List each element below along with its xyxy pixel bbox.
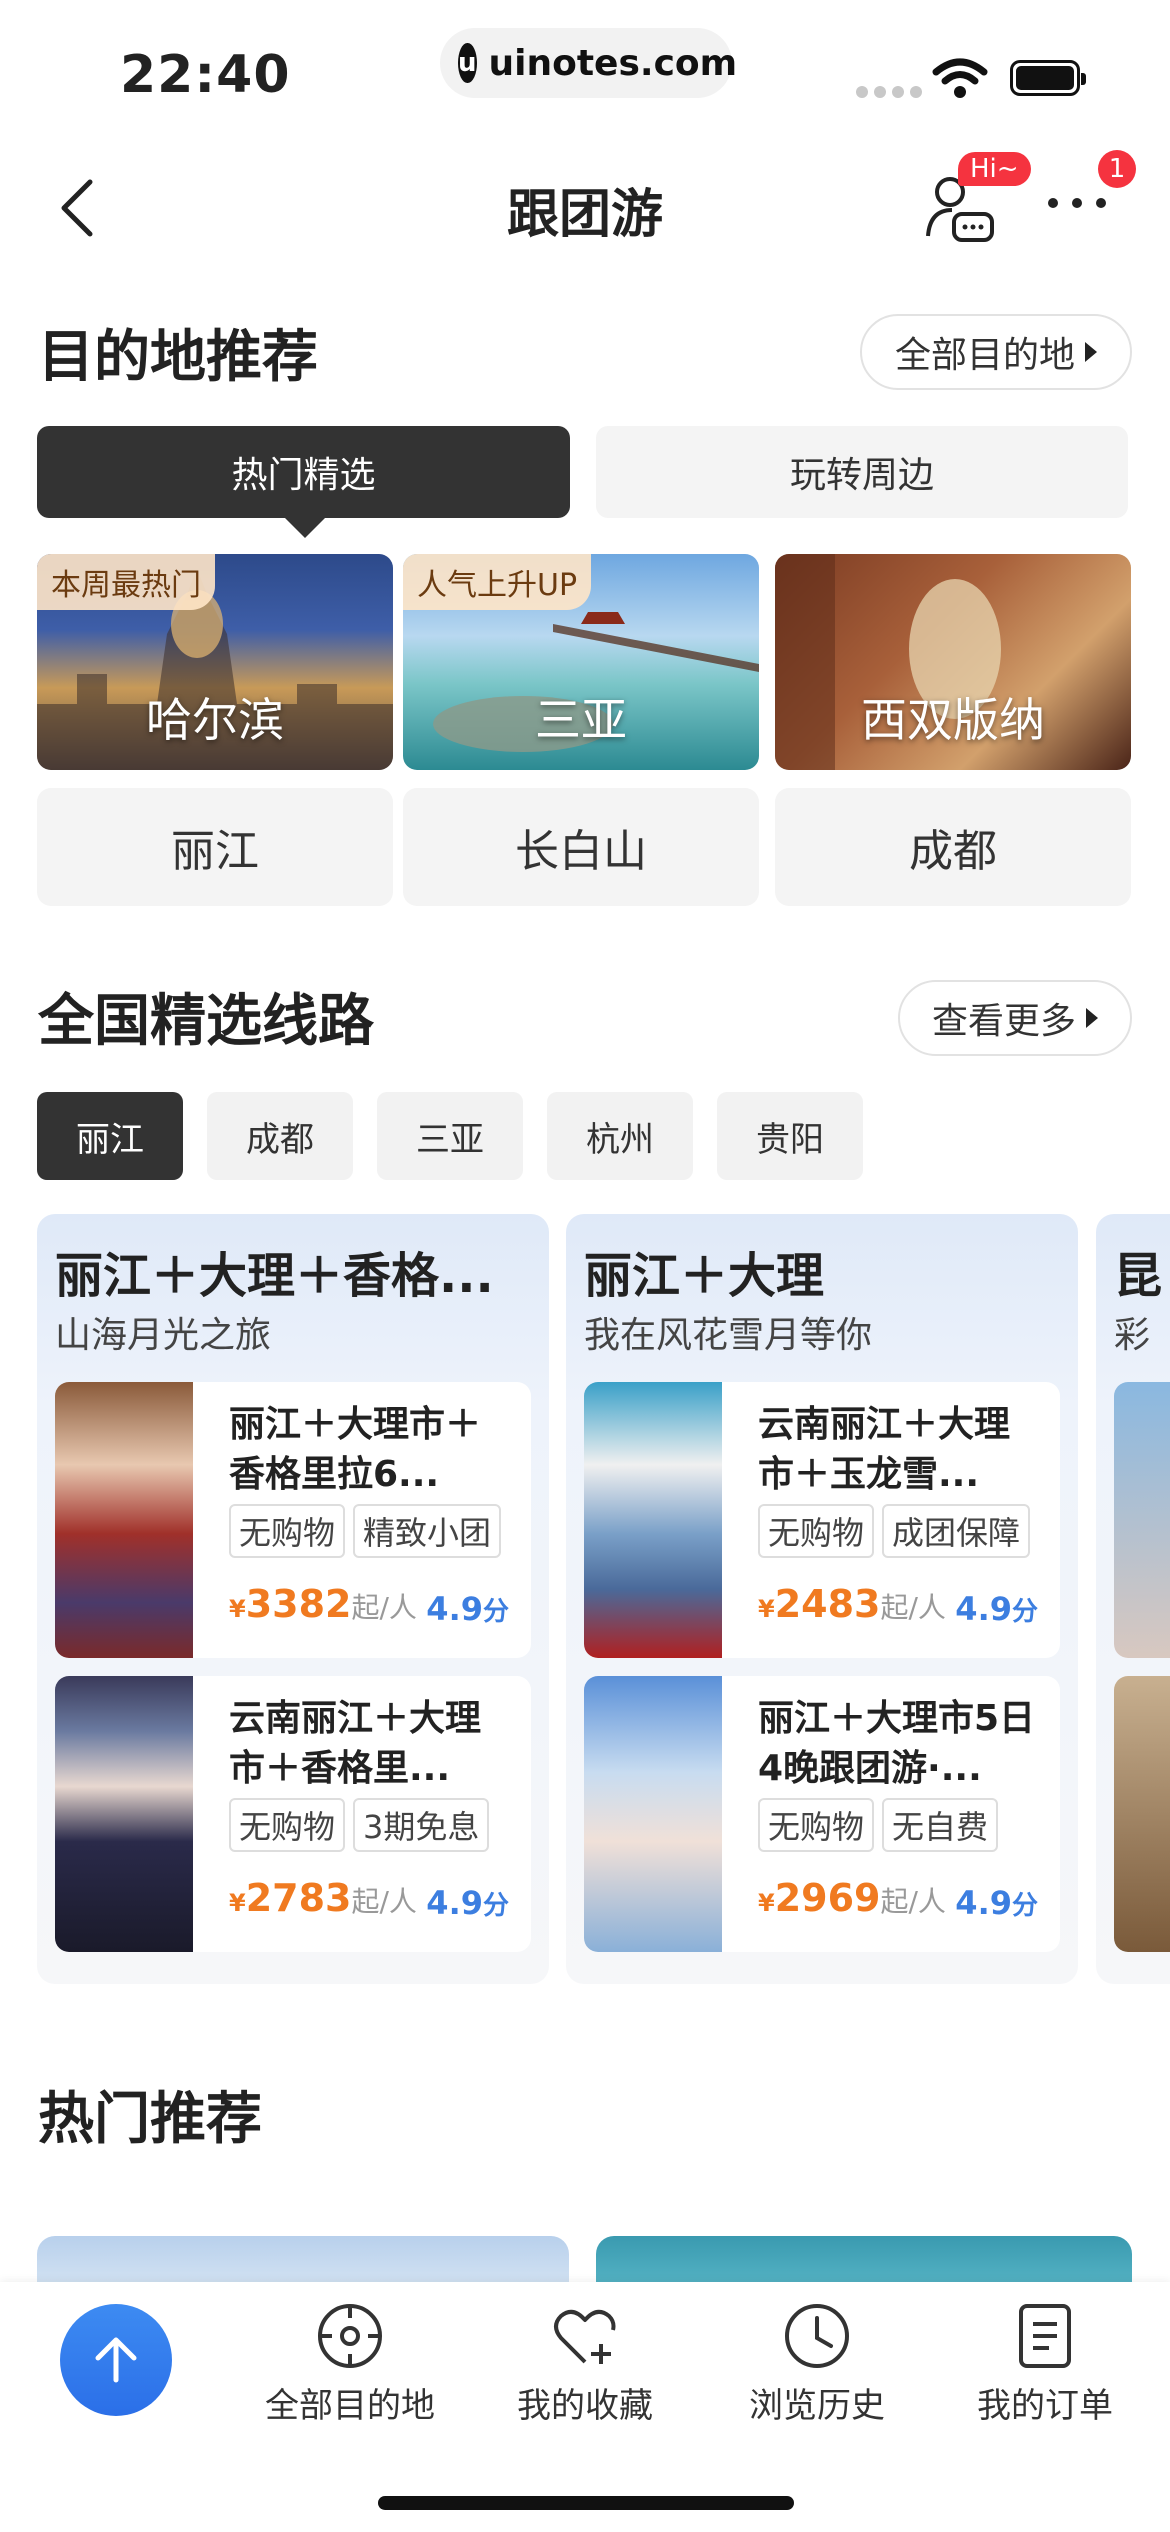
product-tag: 无购物	[758, 1798, 875, 1852]
nav-bar: 跟团游 Hi~ 1	[0, 140, 1170, 270]
scroll-top-button[interactable]	[60, 2304, 172, 2416]
city-chip[interactable]: 成都	[207, 1092, 353, 1180]
signal-icon	[856, 86, 922, 98]
see-more-label: 查看更多	[931, 1001, 1076, 1042]
destination-button[interactable]: 丽江	[37, 788, 393, 906]
route-subtitle: 彩	[1114, 1315, 1151, 1356]
product-image	[584, 1382, 722, 1658]
destination-button[interactable]: 成都	[775, 788, 1131, 906]
destination-tile-harbin[interactable]: 本周最热门 哈尔滨	[37, 554, 393, 770]
product-item[interactable]	[1114, 1676, 1170, 1952]
all-destinations-button[interactable]: 全部目的地	[860, 314, 1132, 390]
product-tag: 无购物	[229, 1798, 346, 1852]
route-card-peek[interactable]: 昆 彩	[1096, 1214, 1170, 1984]
compass-icon	[318, 2304, 382, 2368]
nav-label: 浏览历史	[749, 2386, 885, 2426]
route-subtitle: 我在风花雪月等你	[584, 1315, 873, 1356]
notification-badge: 1	[1098, 150, 1136, 188]
all-destinations-label: 全部目的地	[894, 335, 1075, 376]
tile-name: 三亚	[535, 693, 627, 747]
product-tag: 精致小团	[353, 1504, 502, 1558]
route-card[interactable]: 丽江＋大理 我在风花雪月等你 云南丽江＋大理市＋玉龙雪... 无购物 成团保障 …	[566, 1214, 1078, 1984]
city-chip[interactable]: 丽江	[37, 1092, 183, 1180]
product-price: ¥2483起/人	[758, 1582, 946, 1626]
destination-button[interactable]: 长白山	[403, 788, 759, 906]
product-price: ¥2783起/人	[229, 1876, 417, 1920]
product-item[interactable]: 丽江＋大理市5日4晚跟团游·... 无购物 无自费 ¥2969起/人 4.9分	[584, 1676, 1060, 1952]
arrow-up-icon	[95, 2337, 137, 2383]
route-card[interactable]: 丽江＋大理＋香格... 山海月光之旅 丽江＋大理市＋香格里拉6... 无购物 精…	[37, 1214, 549, 1984]
url-text: uinotes.com	[488, 42, 738, 84]
product-tag: 3期免息	[353, 1798, 490, 1852]
product-item[interactable]: 云南丽江＋大理市＋香格里... 无购物 3期免息 ¥2783起/人 4.9分	[55, 1676, 531, 1952]
hi-badge: Hi~	[958, 152, 1031, 186]
nav-label: 我的收藏	[517, 2386, 653, 2426]
hot-title: 热门推荐	[38, 2087, 262, 2152]
bottom-nav-bar: 全部目的地 我的收藏 浏览历史 我的订单	[0, 2282, 1170, 2532]
nav-label: 我的订单	[977, 2386, 1113, 2426]
nav-all-destinations[interactable]: 全部目的地	[255, 2300, 445, 2427]
product-title: 丽江＋大理市5日4晚跟团游·...	[758, 1698, 1036, 1789]
product-score: 4.9分	[955, 1590, 1038, 1628]
product-item[interactable]: 丽江＋大理市＋香格里拉6... 无购物 精致小团 ¥3382起/人 4.9分	[55, 1382, 531, 1658]
product-title: 丽江＋大理市＋香格里拉6...	[229, 1404, 482, 1495]
tile-tag: 本周最热门	[37, 554, 215, 610]
product-price: ¥3382起/人	[229, 1582, 417, 1626]
tab-nearby[interactable]: 玩转周边	[596, 426, 1128, 518]
home-indicator	[378, 2496, 794, 2510]
product-score: 4.9分	[426, 1884, 509, 1922]
city-chip[interactable]: 贵阳	[717, 1092, 863, 1180]
tile-name: 哈尔滨	[146, 693, 284, 747]
product-image	[55, 1382, 193, 1658]
city-chip[interactable]: 三亚	[377, 1092, 523, 1180]
route-title: 昆	[1114, 1248, 1163, 1304]
product-image	[1114, 1382, 1170, 1658]
status-bar: 22:40 u uinotes.com	[0, 0, 1170, 140]
nav-history[interactable]: 浏览历史	[722, 2300, 912, 2427]
product-score: 4.9分	[955, 1884, 1038, 1922]
tile-name: 西双版纳	[861, 693, 1045, 747]
url-pill[interactable]: u uinotes.com	[440, 28, 737, 98]
product-tag: 成团保障	[882, 1504, 1031, 1558]
more-icon[interactable]	[1048, 198, 1106, 208]
route-title: 丽江＋大理＋香格...	[55, 1248, 494, 1304]
route-title: 丽江＋大理	[584, 1248, 825, 1304]
order-list-icon	[1019, 2304, 1071, 2368]
heart-plus-icon	[554, 2309, 616, 2364]
nav-label: 全部目的地	[265, 2386, 435, 2426]
nav-favorites[interactable]: 我的收藏	[490, 2300, 680, 2427]
nav-orders[interactable]: 我的订单	[950, 2300, 1140, 2427]
product-tag: 无购物	[229, 1504, 346, 1558]
clock-icon	[785, 2304, 849, 2368]
product-tag: 无购物	[758, 1504, 875, 1558]
product-image	[1114, 1676, 1170, 1952]
product-score: 4.9分	[426, 1590, 509, 1628]
product-item[interactable]: 云南丽江＋大理市＋玉龙雪... 无购物 成团保障 ¥2483起/人 4.9分	[584, 1382, 1060, 1658]
triangle-right-icon	[1086, 1008, 1098, 1028]
triangle-right-icon	[1085, 342, 1097, 362]
product-title: 云南丽江＋大理市＋玉龙雪...	[758, 1404, 1011, 1495]
product-image	[55, 1676, 193, 1952]
product-item[interactable]	[1114, 1382, 1170, 1658]
tile-tag: 人气上升UP	[403, 554, 592, 610]
product-image	[584, 1676, 722, 1952]
see-more-button[interactable]: 查看更多	[898, 980, 1132, 1056]
destination-tile-sanya[interactable]: 人气上升UP 三亚	[403, 554, 759, 770]
route-subtitle: 山海月光之旅	[55, 1315, 272, 1356]
site-logo-icon: u	[458, 43, 477, 83]
routes-title: 全国精选线路	[38, 989, 374, 1054]
tab-hot-picks[interactable]: 热门精选	[37, 426, 570, 538]
wifi-icon	[932, 58, 988, 98]
status-time: 22:40	[120, 45, 291, 105]
product-title: 云南丽江＋大理市＋香格里...	[229, 1698, 482, 1789]
destinations-title: 目的地推荐	[38, 325, 318, 390]
product-tag: 无自费	[882, 1798, 999, 1852]
product-price: ¥2969起/人	[758, 1876, 946, 1920]
destination-tile-xishuangbanna[interactable]: 西双版纳	[775, 554, 1131, 770]
city-chip[interactable]: 杭州	[547, 1092, 693, 1180]
battery-icon	[1010, 60, 1086, 96]
